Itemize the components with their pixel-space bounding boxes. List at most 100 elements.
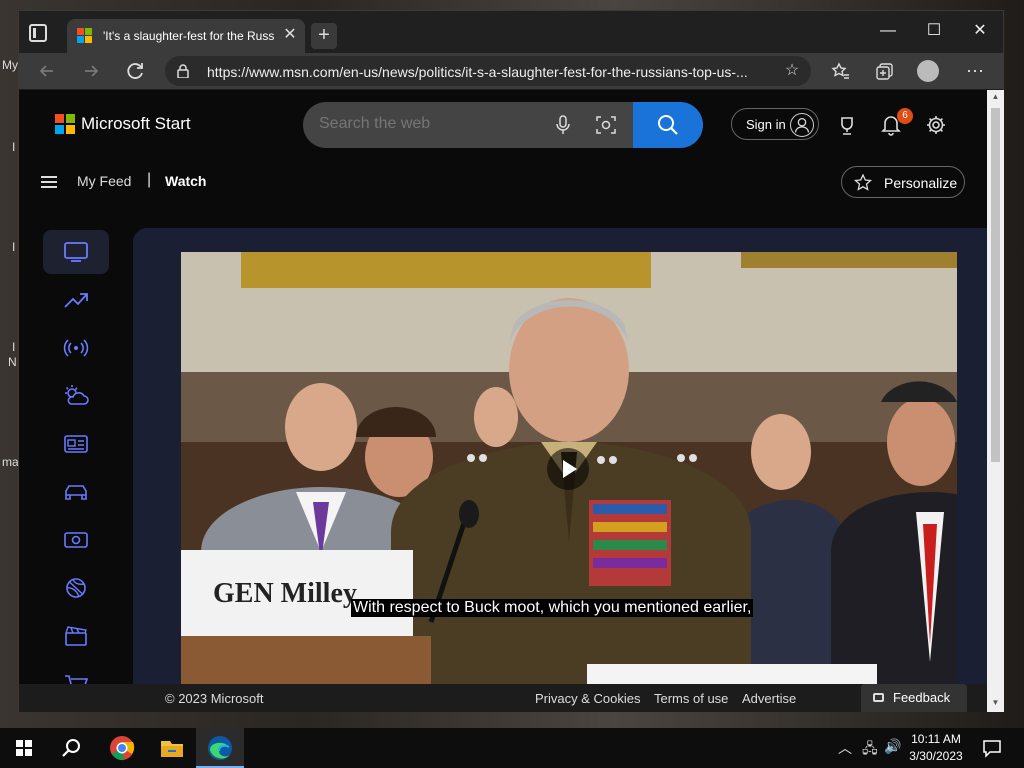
rail-shopping[interactable] bbox=[43, 662, 109, 684]
rewards-trophy-icon[interactable] bbox=[837, 116, 857, 136]
personalize-button[interactable]: Personalize bbox=[841, 166, 965, 198]
sign-in-button[interactable]: Sign in bbox=[731, 108, 819, 140]
settings-gear-icon[interactable] bbox=[925, 114, 947, 136]
desktop-icon-label[interactable]: My bbox=[2, 58, 18, 72]
nav-my-feed[interactable]: My Feed bbox=[77, 173, 131, 189]
collections-button[interactable] bbox=[871, 57, 899, 85]
lock-icon[interactable] bbox=[177, 64, 189, 78]
browser-tab[interactable]: 'It's a slaughter-fest for the Russ ✕ bbox=[67, 19, 305, 53]
scroll-down-icon[interactable]: ▼ bbox=[990, 698, 1001, 707]
taskbar-edge-active[interactable] bbox=[196, 728, 244, 768]
tab-actions-icon[interactable] bbox=[29, 24, 47, 42]
address-bar[interactable]: https://www.msn.com/en-us/news/politics/… bbox=[165, 56, 811, 86]
brand-title[interactable]: Microsoft Start bbox=[81, 114, 191, 134]
footer-privacy-link[interactable]: Privacy & Cookies bbox=[535, 691, 640, 706]
desktop-icon-label[interactable]: N bbox=[8, 355, 17, 369]
browser-window: 'It's a slaughter-fest for the Russ ✕ + … bbox=[18, 10, 1004, 712]
taskbar-search-icon[interactable] bbox=[58, 734, 86, 762]
favorites-icon bbox=[831, 62, 849, 79]
footer-advertise-link[interactable]: Advertise bbox=[742, 691, 796, 706]
scroll-thumb[interactable] bbox=[991, 108, 1000, 462]
rail-movies[interactable] bbox=[43, 614, 109, 658]
autos-car-icon bbox=[65, 485, 87, 500]
tab-bar: 'It's a slaughter-fest for the Russ ✕ + … bbox=[19, 11, 1003, 53]
taskbar: ︿ 🖧 🔊 10:11 AM 3/30/2023 bbox=[0, 728, 1024, 768]
refresh-icon bbox=[127, 63, 143, 79]
favorites-button[interactable] bbox=[827, 57, 855, 85]
sign-in-label: Sign in bbox=[746, 117, 786, 132]
refresh-button[interactable] bbox=[121, 57, 149, 85]
new-tab-button[interactable]: + bbox=[311, 23, 337, 49]
footer-terms-link[interactable]: Terms of use bbox=[654, 691, 728, 706]
tray-chevron-icon[interactable]: ︿ bbox=[838, 738, 852, 758]
file-explorer-icon[interactable] bbox=[158, 734, 186, 762]
rail-news[interactable] bbox=[43, 422, 109, 466]
menu-hamburger-icon[interactable] bbox=[41, 176, 57, 188]
shopping-cart-icon bbox=[65, 675, 89, 684]
rail-trending[interactable] bbox=[43, 278, 109, 322]
page-footer: © 2023 Microsoft Privacy & Cookies Terms… bbox=[19, 684, 987, 712]
desktop-icon-label[interactable]: I bbox=[12, 140, 15, 154]
clock-date[interactable]: 3/30/2023 bbox=[906, 749, 966, 763]
video-icon bbox=[64, 242, 88, 262]
clock-time[interactable]: 10:11 AM bbox=[906, 732, 966, 746]
visual-search-icon[interactable] bbox=[595, 114, 617, 136]
nav-watch[interactable]: Watch bbox=[165, 173, 206, 189]
search-input[interactable] bbox=[319, 115, 539, 133]
personalize-star-icon bbox=[854, 174, 872, 191]
edge-browser-icon bbox=[208, 736, 232, 760]
news-icon bbox=[64, 435, 88, 453]
desktop-icon-label[interactable]: I bbox=[12, 340, 15, 354]
rail-video[interactable] bbox=[43, 230, 109, 274]
money-icon bbox=[64, 532, 88, 548]
rail-weather[interactable] bbox=[43, 374, 109, 418]
settings-more-button[interactable]: ⋯ bbox=[961, 57, 989, 85]
scroll-up-icon[interactable]: ▲ bbox=[990, 92, 1001, 101]
feedback-button[interactable]: Feedback bbox=[861, 684, 967, 712]
search-button[interactable] bbox=[633, 102, 703, 148]
user-icon bbox=[790, 113, 814, 137]
feedback-icon bbox=[873, 693, 884, 702]
tab-close-icon[interactable]: ✕ bbox=[281, 26, 299, 44]
feedback-label: Feedback bbox=[893, 690, 951, 705]
url-text[interactable]: https://www.msn.com/en-us/news/politics/… bbox=[207, 64, 767, 80]
microphone-icon[interactable] bbox=[553, 114, 573, 136]
play-button[interactable] bbox=[547, 448, 589, 490]
sports-ball-icon bbox=[66, 578, 86, 598]
close-window-button[interactable]: ✕ bbox=[957, 17, 1003, 45]
search-box[interactable] bbox=[303, 102, 703, 148]
video-caption: With respect to Buck moot, which you men… bbox=[351, 599, 754, 617]
rail-live[interactable] bbox=[43, 326, 109, 370]
msn-favicon-icon bbox=[77, 28, 93, 44]
desktop-icon-label[interactable]: I bbox=[12, 240, 15, 254]
personalize-label: Personalize bbox=[884, 175, 958, 191]
browser-toolbar: https://www.msn.com/en-us/news/politics/… bbox=[19, 53, 1003, 89]
add-favorite-icon[interactable]: ☆ bbox=[781, 60, 803, 82]
microsoft-logo-icon[interactable] bbox=[55, 114, 75, 134]
rail-money[interactable] bbox=[43, 518, 109, 562]
chrome-icon[interactable] bbox=[108, 734, 136, 762]
rail-sports[interactable] bbox=[43, 566, 109, 610]
msn-page: Microsoft Start Sign in 6 My Feed | Watc… bbox=[19, 90, 987, 684]
back-arrow-icon bbox=[39, 65, 53, 77]
back-button[interactable] bbox=[33, 57, 61, 85]
desktop-icon-label[interactable]: ma bbox=[2, 455, 19, 469]
action-center-icon[interactable] bbox=[982, 738, 1002, 758]
footer-copyright: © 2023 Microsoft bbox=[165, 691, 264, 706]
nav-separator: | bbox=[147, 171, 152, 188]
rail-autos[interactable] bbox=[43, 470, 109, 514]
volume-icon[interactable]: 🔊 bbox=[884, 738, 901, 755]
notification-count-badge: 6 bbox=[897, 108, 913, 124]
network-icon[interactable]: 🖧 bbox=[862, 738, 878, 762]
tab-title: 'It's a slaughter-fest for the Russ bbox=[103, 29, 275, 43]
profile-avatar[interactable] bbox=[917, 60, 939, 82]
minimize-button[interactable]: — bbox=[865, 17, 911, 45]
windows-start-icon[interactable] bbox=[10, 734, 38, 762]
nameplate-text: GEN Milley bbox=[213, 578, 357, 609]
maximize-button[interactable]: ☐ bbox=[911, 17, 957, 45]
weather-icon bbox=[65, 385, 89, 405]
search-icon bbox=[658, 115, 678, 135]
forward-button[interactable] bbox=[77, 57, 105, 85]
page-scrollbar[interactable]: ▲ ▼ bbox=[987, 90, 1004, 712]
video-player[interactable]: GEN Milley bbox=[181, 252, 957, 684]
